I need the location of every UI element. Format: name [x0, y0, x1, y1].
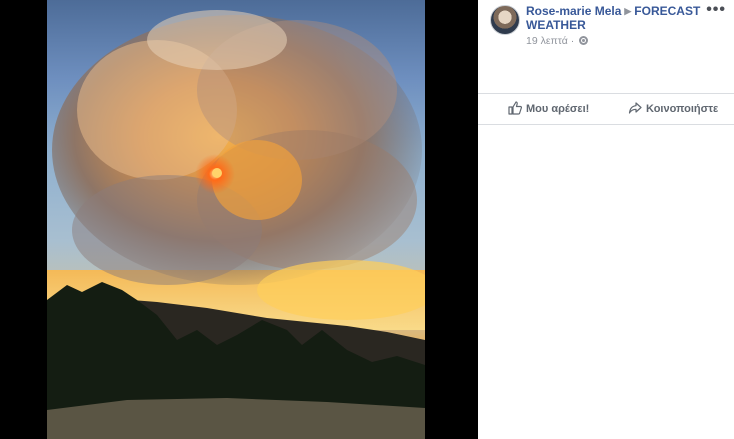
like-label: Μου αρέσει!	[526, 103, 590, 115]
post-timestamp[interactable]: 19 λεπτά	[526, 35, 568, 47]
post-photo[interactable]	[47, 0, 425, 439]
post-actions-bar: Μου αρέσει! Κοινοποιήστε	[478, 93, 734, 125]
post-meta: 19 λεπτά ·	[526, 35, 589, 47]
thumbs-up-icon	[508, 101, 523, 115]
post-sidebar: Rose-marie Mela ▶ FORECAST WEATHER 19 λεπτ…	[478, 0, 734, 439]
share-label: Κοινοποιήστε	[646, 103, 719, 115]
caret-right-icon: ▶	[624, 6, 632, 16]
author-avatar[interactable]	[490, 5, 520, 35]
post-header: Rose-marie Mela ▶ FORECAST WEATHER	[526, 4, 704, 32]
share-arrow-icon	[628, 102, 642, 114]
globe-icon[interactable]	[579, 36, 589, 45]
more-options-icon[interactable]: •••	[706, 1, 726, 19]
author-name-link[interactable]: Rose-marie Mela	[526, 4, 621, 18]
wildfire-smoke-photo	[47, 10, 425, 439]
like-button[interactable]: Μου αρέσει!	[508, 94, 589, 124]
share-button[interactable]: Κοινοποιήστε	[628, 94, 718, 124]
